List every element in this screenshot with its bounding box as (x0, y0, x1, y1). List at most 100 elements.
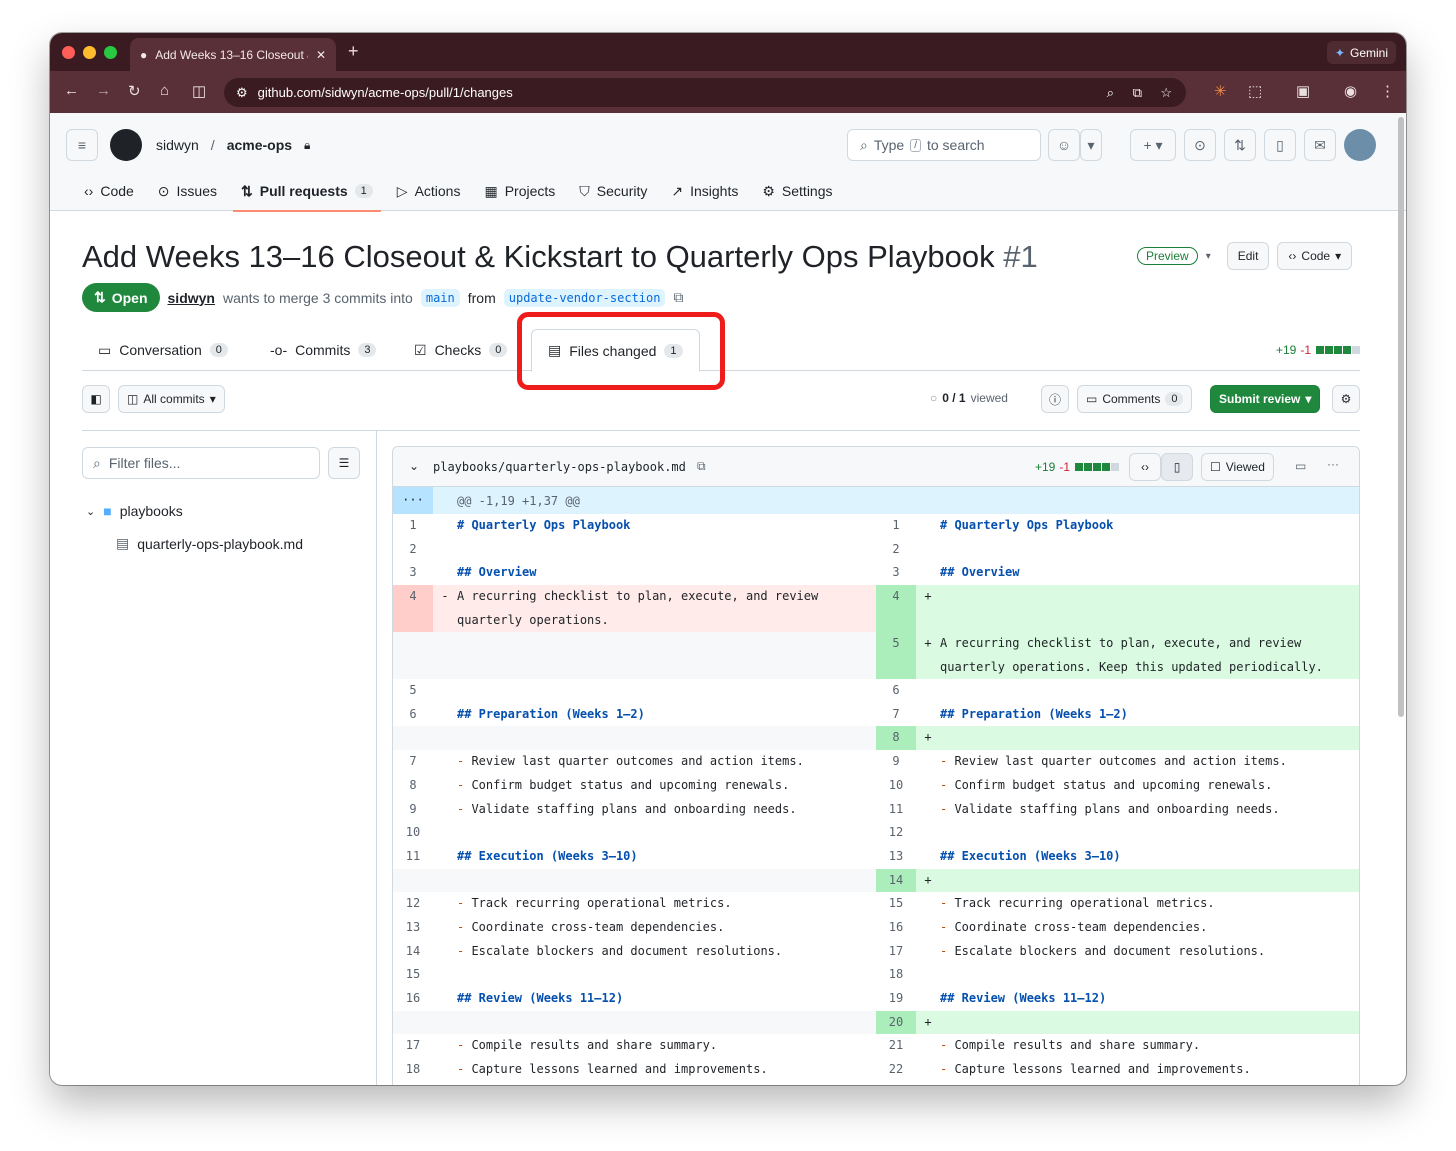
expand-hunk-icon[interactable]: ··· (393, 487, 433, 514)
nav-insights[interactable]: ↗ Insights (659, 171, 750, 211)
line-number[interactable]: 13 (393, 916, 433, 940)
line-number[interactable] (393, 868, 433, 893)
extension-icon[interactable]: ✳ (1214, 82, 1227, 100)
bookmark-star-icon[interactable]: ☆ (1160, 85, 1172, 101)
line-number[interactable]: 9 (876, 750, 916, 774)
github-logo-icon[interactable] (110, 129, 142, 161)
viewed-checkbox[interactable]: ☐ Viewed (1201, 453, 1274, 481)
line-number[interactable]: 3 (393, 561, 433, 585)
split-view-icon[interactable]: ◫ (192, 82, 206, 100)
line-number[interactable] (393, 726, 433, 751)
line-number[interactable]: 16 (393, 987, 433, 1011)
all-commits-dropdown[interactable]: ◫ All commits ▾ (118, 385, 225, 413)
close-tab-icon[interactable]: ✕ (316, 48, 326, 62)
line-number[interactable]: 20 (876, 1010, 916, 1035)
inbox-icon[interactable]: ✉ (1304, 129, 1336, 161)
line-number[interactable]: 7 (876, 703, 916, 727)
line-number[interactable]: 1 (393, 514, 433, 538)
line-number[interactable]: 2 (393, 538, 433, 562)
repositories-icon[interactable]: ▯ (1264, 129, 1296, 161)
create-new-icon[interactable]: + ▾ (1130, 129, 1176, 161)
line-number[interactable]: 11 (876, 798, 916, 822)
filter-files-input[interactable]: ⌕ Filter files... (82, 447, 320, 479)
nav-issues[interactable]: ⊙ Issues (146, 171, 229, 211)
head-branch[interactable]: update-vendor-section (503, 288, 666, 307)
forward-icon[interactable]: → (96, 82, 111, 99)
nav-security[interactable]: ⛉ Security (567, 171, 659, 211)
line-number[interactable]: 3 (876, 561, 916, 585)
reload-icon[interactable]: ↻ (128, 82, 141, 100)
line-number[interactable]: 7 (393, 750, 433, 774)
minimize-window-button[interactable] (83, 46, 96, 59)
tab-checks[interactable]: ☑ Checks 0 (414, 329, 508, 371)
repo-link[interactable]: acme-ops (227, 137, 292, 153)
browser-menu-icon[interactable]: ⋮ (1380, 82, 1395, 100)
zoom-icon[interactable]: ⌕ (1107, 85, 1114, 101)
line-number[interactable]: 10 (876, 774, 916, 798)
comments-button[interactable]: ▭ Comments 0 (1077, 385, 1193, 413)
site-settings-icon[interactable]: ⚙ (236, 85, 248, 101)
copy-icon[interactable]: ⧉ (697, 459, 706, 474)
extensions-puzzle-icon[interactable]: ⬚ (1248, 82, 1262, 100)
gemini-button[interactable]: ✦ Gemini (1326, 41, 1396, 64)
info-icon[interactable]: ⓘ (1041, 385, 1069, 413)
line-number[interactable]: 4 (393, 585, 433, 633)
line-number[interactable]: 14 (876, 868, 916, 893)
tree-folder[interactable]: ⌄ ■ playbooks (86, 503, 183, 519)
profile-avatar-icon[interactable]: ◉ (1344, 82, 1357, 100)
edit-button[interactable]: Edit (1226, 242, 1270, 270)
line-number[interactable]: 13 (876, 845, 916, 869)
tab-conversation[interactable]: ▭ Conversation 0 (98, 329, 228, 371)
pull-requests-icon[interactable]: ⇅ (1224, 129, 1256, 161)
comment-icon[interactable]: ▭ (1295, 459, 1306, 473)
copilot-chevron-icon[interactable]: ▾ (1080, 129, 1102, 161)
line-number[interactable]: 12 (393, 892, 433, 916)
line-number[interactable]: 19 (876, 987, 916, 1011)
line-number[interactable]: 17 (876, 940, 916, 964)
gear-icon[interactable]: ⚙ (1332, 385, 1360, 413)
line-number[interactable]: 6 (393, 703, 433, 727)
line-number[interactable]: 9 (393, 798, 433, 822)
line-number[interactable]: 6 (876, 679, 916, 703)
cast-icon[interactable]: ⧉ (1133, 85, 1142, 101)
user-avatar[interactable] (1344, 129, 1376, 161)
tab-commits[interactable]: -o- Commits 3 (270, 329, 377, 371)
nav-settings[interactable]: ⚙ Settings (750, 171, 844, 211)
line-number[interactable]: 17 (393, 1034, 433, 1058)
nav-code[interactable]: ‹› Code (72, 171, 146, 211)
line-number[interactable]: 18 (876, 963, 916, 987)
line-number[interactable]: 5 (876, 632, 916, 680)
base-branch[interactable]: main (420, 288, 460, 307)
source-view-icon[interactable]: ‹› (1129, 453, 1161, 481)
line-number[interactable]: 8 (876, 726, 916, 751)
line-number[interactable]: 12 (876, 821, 916, 845)
line-number[interactable]: 14 (393, 940, 433, 964)
line-number[interactable]: 21 (876, 1034, 916, 1058)
line-number[interactable]: 11 (393, 845, 433, 869)
line-number[interactable]: 22 (876, 1058, 916, 1082)
copilot-icon[interactable]: ☺ (1048, 129, 1080, 161)
author-link[interactable]: sidwyn (168, 290, 215, 306)
submit-review-button[interactable]: Submit review ▾ (1210, 385, 1321, 413)
more-options-icon[interactable]: ··· (1327, 457, 1339, 471)
owner-link[interactable]: sidwyn (156, 137, 199, 153)
nav-projects[interactable]: ▦ Projects (472, 171, 567, 211)
line-number[interactable]: 16 (876, 916, 916, 940)
copy-icon[interactable]: ⧉ (673, 289, 683, 306)
nav-actions[interactable]: ▷ Actions (385, 171, 473, 211)
home-icon[interactable]: ⌂ (160, 82, 169, 99)
back-icon[interactable]: ← (64, 82, 79, 99)
code-button[interactable]: ‹› Code ▾ (1277, 242, 1353, 270)
tab-search-icon[interactable]: ▣ (1296, 82, 1310, 100)
line-number[interactable]: 8 (393, 774, 433, 798)
rich-view-icon[interactable]: ▯ (1161, 453, 1193, 481)
toggle-sidebar-icon[interactable]: ◧ (82, 385, 110, 413)
line-number[interactable]: 15 (393, 963, 433, 987)
nav-pull-requests[interactable]: ⇅ Pull requests 1 (229, 171, 385, 212)
address-bar[interactable]: ⚙ github.com/sidwyn/acme-ops/pull/1/chan… (224, 78, 1186, 107)
line-number[interactable]: 5 (393, 679, 433, 703)
line-number[interactable]: 15 (876, 892, 916, 916)
zoom-window-button[interactable] (104, 46, 117, 59)
browser-tab[interactable]: ● Add Weeks 13–16 Closeout & ✕ (130, 38, 336, 71)
collapse-chevron-icon[interactable]: ⌄ (409, 459, 419, 473)
